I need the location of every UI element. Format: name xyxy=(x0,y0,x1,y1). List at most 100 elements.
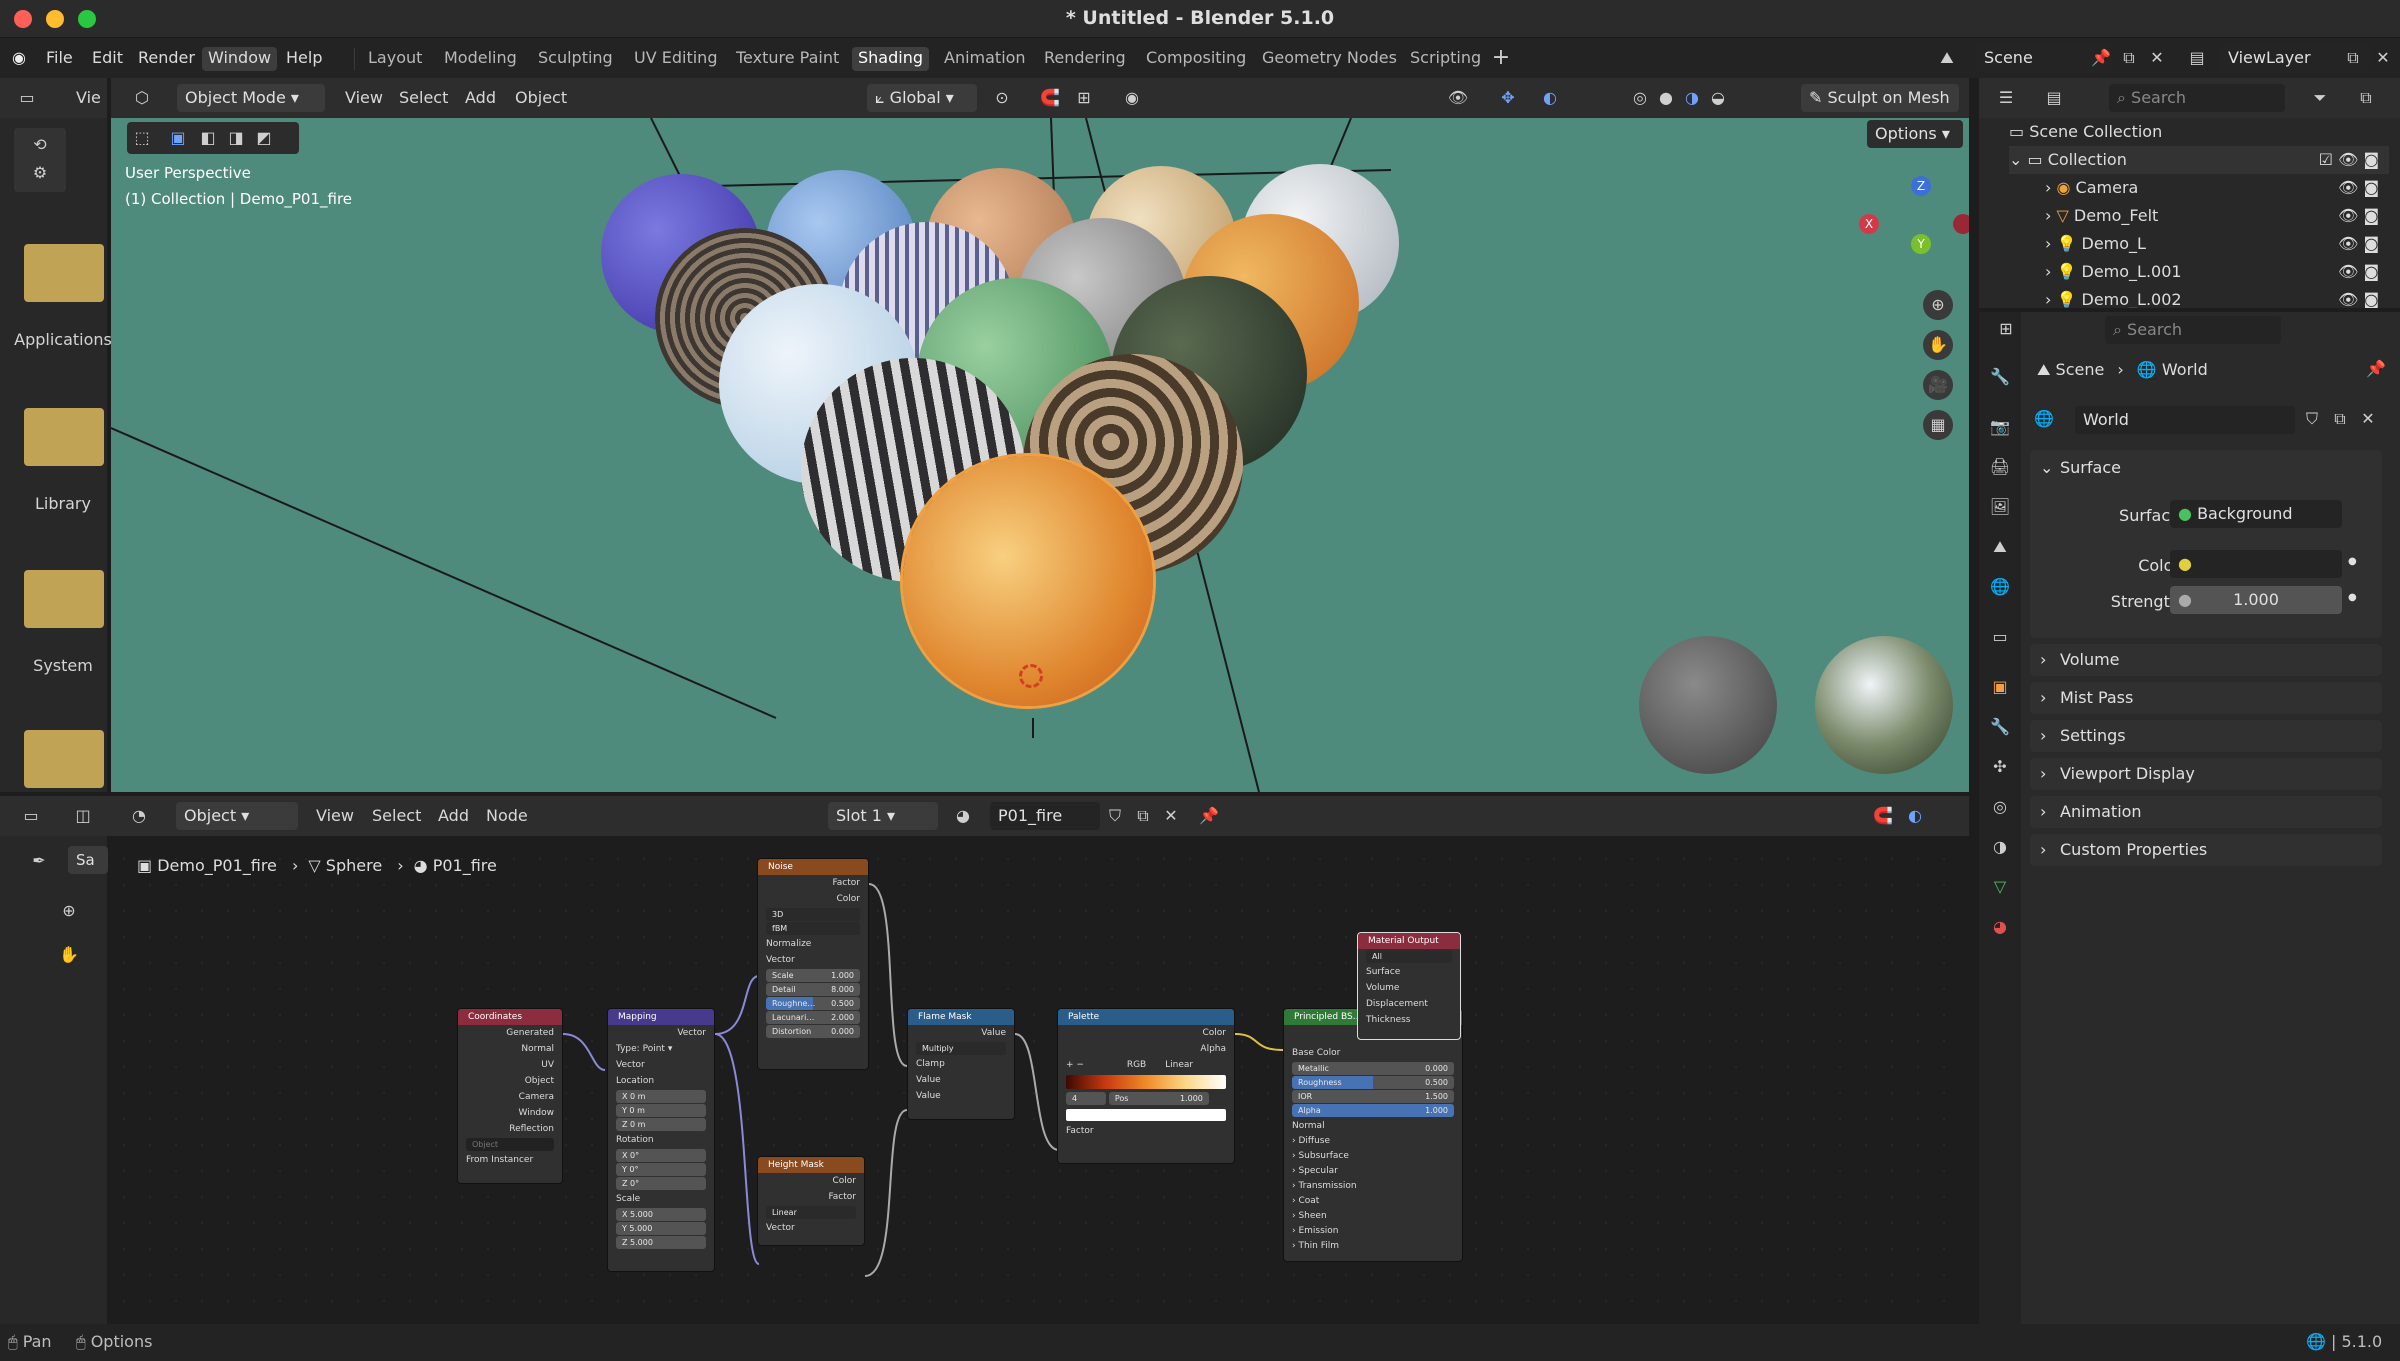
outliner-item-demo-l-001[interactable]: › 💡 Demo_L.001 👁 ◙ xyxy=(2045,258,2389,286)
node-menu-node[interactable]: Node xyxy=(486,802,528,830)
visibility-icon[interactable]: 👁 xyxy=(1447,87,1469,109)
folder-applications-icon[interactable] xyxy=(24,244,104,302)
noise-distortion-field[interactable]: Distortion 0.000 xyxy=(766,1025,860,1038)
properties-pin-icon[interactable]: 📌 xyxy=(2365,358,2387,380)
add-workspace-icon[interactable]: + xyxy=(1490,47,1512,69)
tab-rendering[interactable]: Rendering xyxy=(1038,47,1132,71)
color-keyframe-icon[interactable]: ● xyxy=(2348,556,2357,567)
slot-dropdown[interactable]: Slot 1 ▾ xyxy=(828,802,938,830)
sidebar-tab[interactable]: Sa xyxy=(68,846,108,874)
render-tab-icon[interactable]: 📷 xyxy=(1989,416,2011,438)
scale-x-field[interactable]: X 5.000 xyxy=(616,1208,706,1221)
ramp-interp-dropdown[interactable]: Linear xyxy=(1165,1060,1193,1070)
select-subtract-icon[interactable]: ◨ xyxy=(225,127,247,149)
gizmo-neg-x-axis[interactable] xyxy=(1953,214,1969,234)
snap-node-icon[interactable]: 🧲 xyxy=(1872,805,1894,827)
physics-tab-icon[interactable]: ◎ xyxy=(1989,796,2011,818)
new-view-layer-icon[interactable]: ⧉ xyxy=(2342,47,2364,69)
node-menu-select[interactable]: Select xyxy=(372,802,421,830)
stop-pos-field[interactable]: Pos 1.000 xyxy=(1108,1092,1209,1105)
noise-dimensions-dropdown[interactable]: 3D xyxy=(766,908,860,921)
fake-user-icon[interactable]: ⛉ xyxy=(1104,805,1126,827)
mapping-type-row[interactable]: Type: Point ▾ xyxy=(608,1041,714,1057)
node-editor-type-icon[interactable]: ◔ xyxy=(128,805,150,827)
filter-icon[interactable]: ⚙ xyxy=(29,162,51,184)
folder-applications-label[interactable]: Applications xyxy=(8,330,118,349)
node-overlay-icon[interactable]: ◐ xyxy=(1904,805,1926,827)
viewport-menu-add[interactable]: Add xyxy=(465,84,496,112)
outliner-item-demo-l-002[interactable]: › 💡 Demo_L.002 👁 ◙ xyxy=(2045,286,2389,308)
eyedropper-icon[interactable]: ✒ xyxy=(28,850,50,872)
menu-window[interactable]: Window xyxy=(202,47,278,71)
new-world-icon[interactable]: ⧉ xyxy=(2329,408,2351,430)
flame-mask-blend-dropdown[interactable]: Multiply xyxy=(916,1042,1006,1055)
node-material-output[interactable]: Material Output All Surface Volume Displ… xyxy=(1357,932,1461,1040)
add-stop-icon[interactable]: + xyxy=(1066,1060,1076,1070)
location-z-field[interactable]: Z 0 m xyxy=(616,1118,706,1131)
alpha-field[interactable]: Alpha 1.000 xyxy=(1292,1104,1454,1117)
folder-library-icon[interactable] xyxy=(24,408,104,466)
sculpt-on-mesh-button[interactable]: ✎ Sculpt on Mesh xyxy=(1801,84,1959,112)
tab-uv-editing[interactable]: UV Editing xyxy=(628,47,723,71)
camera-view-icon[interactable]: 🎥 xyxy=(1923,370,1953,400)
view-layer-tab-icon[interactable]: 🖼 xyxy=(1989,496,2011,518)
material-name-field[interactable]: P01_fire xyxy=(990,802,1100,830)
gizmo-z-axis[interactable]: Z xyxy=(1911,176,1931,196)
node-noise-texture[interactable]: Noise Factor Color 3D fBM Normalize Vect… xyxy=(757,858,869,1070)
new-collection-icon[interactable]: ⧉ xyxy=(2355,87,2377,109)
stop-color-swatch[interactable] xyxy=(1066,1109,1226,1121)
properties-editor-type-icon[interactable]: ⊞ xyxy=(1995,318,2017,340)
new-material-icon[interactable]: ⧉ xyxy=(1132,805,1154,827)
metallic-field[interactable]: Metallic 0.000 xyxy=(1292,1062,1454,1075)
viewport-options-dropdown[interactable]: Options ▾ xyxy=(1867,120,1963,148)
file-browser-view-menu[interactable]: Vie xyxy=(76,84,101,112)
section-diffuse[interactable]: › Diffuse xyxy=(1284,1134,1462,1149)
outliner-search-input[interactable]: ⌕ Search xyxy=(2109,84,2285,112)
tab-texture-paint[interactable]: Texture Paint xyxy=(730,47,845,71)
data-tab-icon[interactable]: ▽ xyxy=(1989,876,2011,898)
settings-panel[interactable]: › Settings xyxy=(2030,720,2382,752)
noise-scale-field[interactable]: Scale 1.000 xyxy=(766,969,860,982)
node-palette[interactable]: Palette Color Alpha + − RGB Linear 4 Pos… xyxy=(1057,1008,1235,1164)
blender-logo-icon[interactable]: ◉ xyxy=(8,47,30,69)
gizmo-y-axis[interactable]: Y xyxy=(1911,234,1931,254)
navigation-gizmo[interactable]: Z X Y xyxy=(1855,176,1969,276)
parent-dir-icon[interactable]: ⟲ xyxy=(29,134,51,156)
node-editor-canvas[interactable]: ▣ Demo_P01_fire › ▽ Sphere › ◕ P01_fire Co… xyxy=(111,846,1969,1324)
noise-type-dropdown[interactable]: fBM xyxy=(766,922,860,935)
pan-hand-icon[interactable]: ✋ xyxy=(1923,330,1953,360)
object-mode-dropdown[interactable]: Object Mode ▾ xyxy=(177,84,325,112)
delete-view-layer-icon[interactable]: ✕ xyxy=(2372,47,2394,69)
color-mode-dropdown[interactable]: RGB xyxy=(1127,1060,1146,1070)
noise-roughness-field[interactable]: Roughne… 0.500 xyxy=(766,997,860,1010)
strength-field[interactable]: ● 1.000 xyxy=(2170,586,2342,614)
tool-tab-icon[interactable]: 🔧 xyxy=(1989,366,2011,388)
rotation-z-field[interactable]: Z 0° xyxy=(616,1177,706,1190)
tab-modeling[interactable]: Modeling xyxy=(438,47,523,71)
world-fake-user-icon[interactable]: ⛉ xyxy=(2301,408,2323,430)
viewport-menu-select[interactable]: Select xyxy=(399,84,448,112)
unlink-material-icon[interactable]: ✕ xyxy=(1160,805,1182,827)
location-x-field[interactable]: X 0 m xyxy=(616,1090,706,1103)
section-emission[interactable]: › Emission xyxy=(1284,1224,1462,1239)
output-target-dropdown[interactable]: All xyxy=(1366,950,1452,963)
ior-field[interactable]: IOR 1.500 xyxy=(1292,1090,1454,1103)
node-menu-view[interactable]: View xyxy=(316,802,354,830)
display-mode-icon[interactable]: ▤ xyxy=(2043,87,2065,109)
menu-render[interactable]: Render xyxy=(132,47,201,71)
menu-edit[interactable]: Edit xyxy=(86,47,129,71)
object-tab-icon[interactable]: ▣ xyxy=(1989,676,2011,698)
noise-lacunarity-field[interactable]: Lacunari… 2.000 xyxy=(766,1011,860,1024)
delete-scene-icon[interactable]: ✕ xyxy=(2146,47,2168,69)
tab-shading[interactable]: Shading xyxy=(852,47,929,71)
select-tool-icon[interactable]: ⬚ xyxy=(131,127,153,149)
world-tab-icon[interactable]: 🌐 xyxy=(1989,576,2011,598)
folder-system-icon[interactable] xyxy=(24,570,104,628)
scale-y-field[interactable]: Y 5.000 xyxy=(616,1222,706,1235)
node-mapping[interactable]: Mapping Vector Type: Point ▾ Vector Loca… xyxy=(607,1008,715,1272)
world-name-field[interactable]: World xyxy=(2075,406,2295,434)
rendered-shading-icon[interactable]: ◒ xyxy=(1707,87,1729,109)
section-thin-film[interactable]: › Thin Film xyxy=(1284,1239,1462,1254)
clamp-checkbox[interactable]: Clamp xyxy=(908,1056,1014,1072)
pin-icon[interactable]: 📌 xyxy=(2090,47,2112,69)
